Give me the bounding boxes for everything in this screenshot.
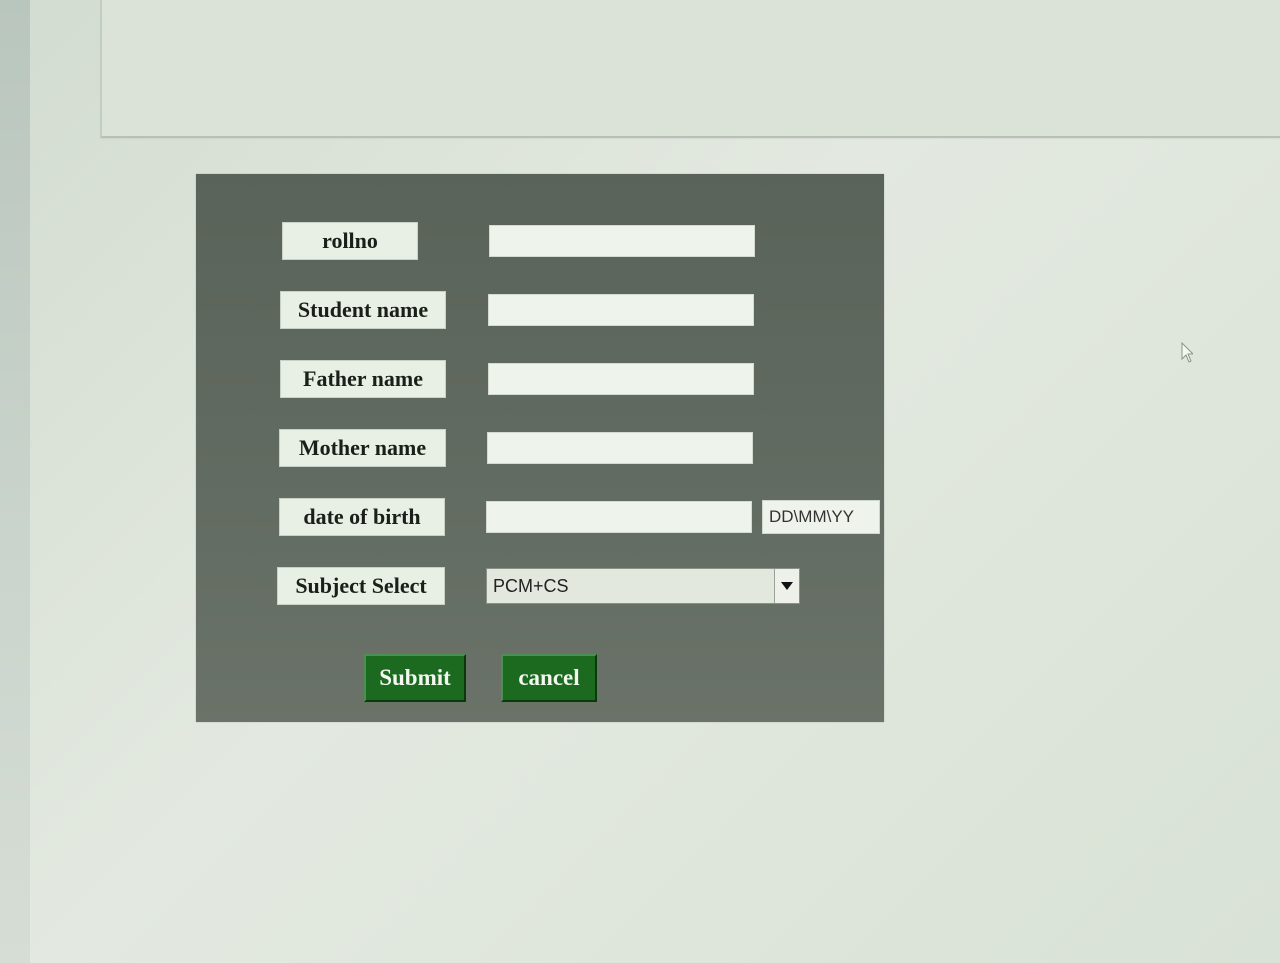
mouse-pointer-icon: [1181, 342, 1193, 363]
rollno-input[interactable]: [489, 225, 755, 257]
student-name-input[interactable]: [488, 294, 754, 326]
registration-form: rollno Student name Father name Mother n…: [196, 174, 884, 722]
father-name-label: Father name: [280, 360, 446, 398]
father-name-input[interactable]: [488, 363, 754, 395]
mother-name-input[interactable]: [487, 432, 753, 464]
student-name-label: Student name: [280, 291, 446, 329]
submit-button[interactable]: Submit: [364, 654, 466, 702]
date-of-birth-label: date of birth: [279, 498, 445, 536]
top-panel: [100, 0, 1280, 138]
subject-select-dropdown[interactable]: PCM+CS: [486, 568, 800, 604]
mother-name-label: Mother name: [279, 429, 446, 467]
date-of-birth-input[interactable]: [486, 501, 752, 533]
triangle-down-icon[interactable]: [774, 569, 799, 603]
date-format-hint: DD\MM\YY: [762, 500, 880, 534]
subject-select-label: Subject Select: [277, 567, 445, 605]
window-edge: [0, 0, 30, 963]
subject-selected-value: PCM+CS: [493, 575, 569, 596]
rollno-label: rollno: [282, 222, 418, 260]
cancel-button[interactable]: cancel: [501, 654, 597, 702]
